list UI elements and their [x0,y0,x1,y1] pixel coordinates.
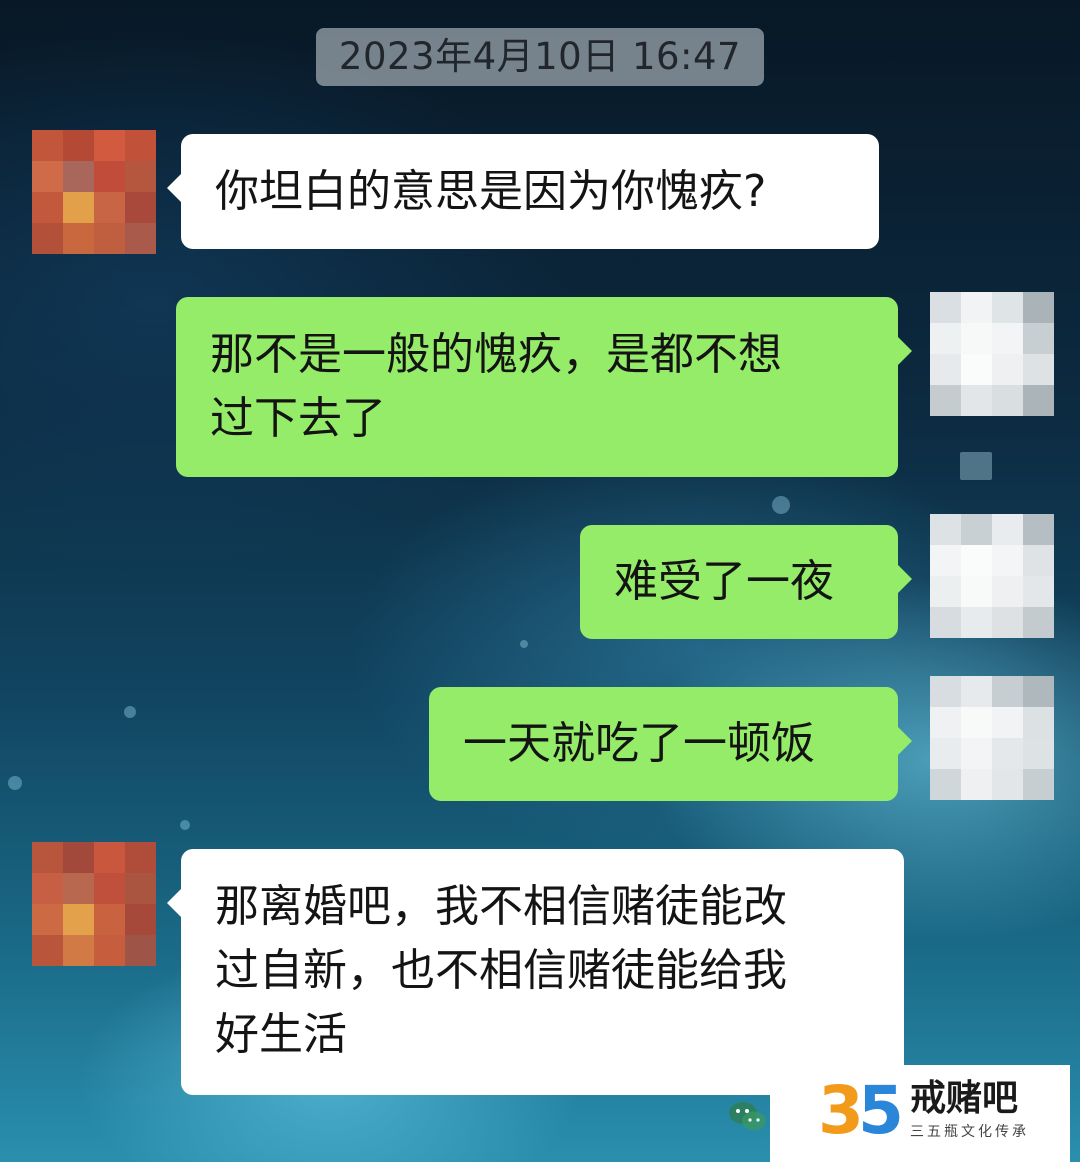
background-bokeh [8,776,22,790]
message-text: 那不是一般的愧疚，是都不想 [210,329,782,380]
self-avatar[interactable] [930,514,1054,638]
message-text: 难受了一夜 [614,556,834,607]
outgoing-message-bubble[interactable]: 难受了一夜 [580,525,912,639]
background-bokeh [180,820,190,830]
contact-avatar[interactable] [32,842,156,966]
logo-title: 戒赌吧 [910,1078,1019,1119]
message-text: 那离婚吧，我不相信赌徒能改 [215,881,787,932]
message-text: 你坦白的意思是因为你愧疚? [215,166,767,217]
background-bokeh [124,706,136,718]
incoming-message-bubble[interactable]: 那离婚吧，我不相信赌徒能改 过自新，也不相信赌徒能给我 好生活 [167,849,904,1095]
background-bokeh [772,496,790,514]
wechat-icon [729,1102,766,1131]
incoming-message-bubble[interactable]: 你坦白的意思是因为你愧疚? [167,134,879,249]
outgoing-message-bubble[interactable]: 一天就吃了一顿饭 [429,687,912,801]
contact-avatar[interactable] [32,130,156,254]
watermark-logo: 35 戒赌吧 三五瓶文化传承 [770,1065,1070,1162]
self-avatar[interactable] [930,292,1054,416]
message-text: 过自新，也不相信赌徒能给我 [215,945,787,996]
message-text: 好生活 [215,1009,347,1060]
chat-timestamp: 2023年4月10日 16:47 [316,28,764,86]
logo-subtitle: 三五瓶文化传承 [910,1124,1029,1140]
logo-digit-three: 3 [818,1072,864,1149]
message-text: 一天就吃了一顿饭 [463,718,815,769]
logo-digit-five: 5 [857,1072,904,1149]
self-avatar[interactable] [930,676,1054,800]
outgoing-message-bubble[interactable]: 那不是一般的愧疚，是都不想 过下去了 [176,297,912,477]
logo-number: 35 [818,1071,904,1151]
message-text: 过下去了 [210,393,386,444]
background-bokeh [520,640,528,648]
background-bokeh [960,452,992,480]
